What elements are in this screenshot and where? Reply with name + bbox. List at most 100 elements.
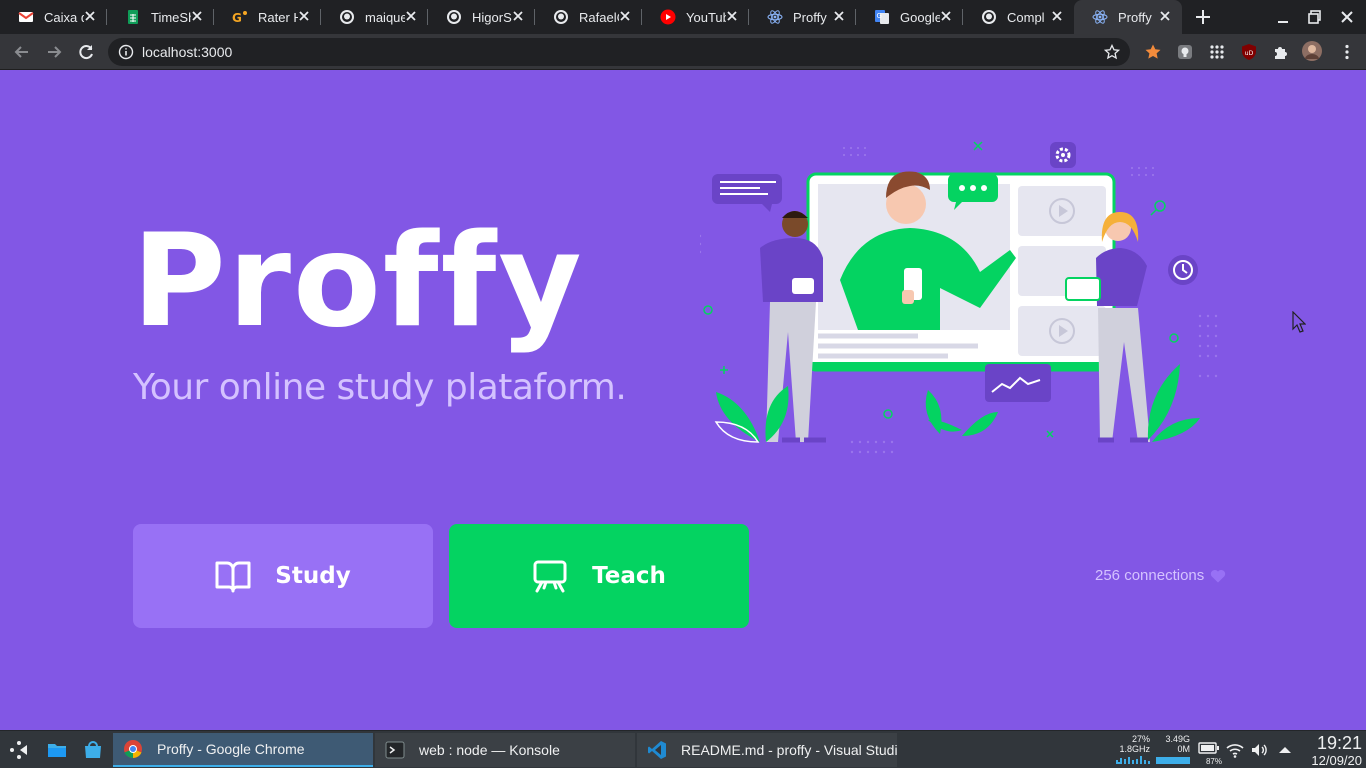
system-clock[interactable]: 19:21 12/09/20 — [1311, 733, 1362, 768]
teach-button[interactable]: Teach — [449, 524, 749, 628]
browser-tab[interactable]: RafaelC — [535, 0, 642, 34]
study-button-label: Study — [275, 563, 351, 589]
youtube-icon — [660, 9, 676, 25]
browser-tab-title: Proffy — [793, 10, 827, 25]
close-tab-icon[interactable] — [297, 9, 311, 23]
browser-tab[interactable]: Caixa de — [0, 0, 107, 34]
bookmark-extension-icon[interactable] — [1144, 43, 1162, 61]
close-tab-icon[interactable] — [190, 9, 204, 23]
proffy-logo: Proffy — [132, 207, 584, 356]
chart-card-decoration — [985, 364, 1051, 402]
browser-tab[interactable]: HigorS — [428, 0, 535, 34]
lightbulb-extension-icon[interactable] — [1176, 43, 1194, 61]
close-tab-icon[interactable] — [1050, 9, 1064, 23]
software-store-icon[interactable] — [82, 739, 104, 761]
teach-button-label: Teach — [592, 563, 666, 589]
clock-time: 19:21 — [1316, 733, 1362, 753]
tray-expand-arrow-icon[interactable] — [1276, 741, 1294, 759]
browser-tab-title: maique — [365, 10, 405, 25]
browser-tab[interactable]: G Rater H — [214, 0, 321, 34]
github-icon — [447, 10, 461, 24]
browser-tab[interactable]: YouTub — [642, 0, 749, 34]
cpu-monitor: 27% 1.8GHz — [1116, 734, 1150, 766]
close-tab-icon[interactable] — [939, 9, 953, 23]
mem-used: 0M — [1177, 744, 1190, 754]
svg-text:G: G — [877, 12, 882, 20]
sheets-icon — [128, 10, 138, 24]
cpu-percent: 27% — [1131, 734, 1150, 744]
url-text[interactable]: localhost:3000 — [142, 44, 232, 60]
close-window-icon[interactable] — [1338, 8, 1356, 26]
chrome-menu-icon[interactable] — [1338, 43, 1356, 61]
app-launcher-icon[interactable] — [8, 739, 30, 761]
plant-decoration — [714, 364, 1200, 443]
clock-icon-decoration — [1168, 255, 1198, 285]
browser-tab-title: Caixa de — [44, 10, 84, 25]
close-tab-icon[interactable] — [511, 9, 525, 23]
file-manager-icon[interactable] — [46, 739, 68, 761]
mem-total: 3.49G — [1165, 734, 1190, 744]
volume-icon[interactable] — [1250, 741, 1268, 759]
browser-tab-title: HigorS — [472, 10, 512, 25]
address-bar[interactable]: localhost:3000 — [108, 38, 1130, 66]
gmail-icon — [18, 12, 34, 22]
close-tab-icon[interactable] — [404, 9, 418, 23]
browser-tab[interactable]: Compl — [963, 0, 1074, 34]
clock-date: 12/09/20 — [1311, 753, 1362, 768]
extensions-puzzle-icon[interactable] — [1272, 43, 1290, 61]
browser-tab[interactable]: TimeSh — [107, 0, 214, 34]
browser-tab[interactable]: maique — [321, 0, 428, 34]
react-icon — [1092, 10, 1108, 24]
reload-icon[interactable] — [76, 42, 96, 62]
tagline: Your online study plataform. — [133, 367, 627, 408]
close-tab-icon[interactable] — [1158, 9, 1172, 23]
presentation-board-icon — [533, 560, 567, 593]
svg-text:G: G — [232, 11, 242, 25]
close-tab-icon[interactable] — [83, 9, 97, 23]
book-open-icon — [215, 561, 251, 593]
browser-tab-title: Google — [900, 10, 940, 25]
google-translate-icon: G — [875, 10, 889, 24]
taskbar-task[interactable]: README.md - proffy - Visual Studi... — [637, 733, 897, 767]
new-tab-icon[interactable] — [1194, 8, 1212, 26]
hero-illustration — [700, 141, 1218, 454]
react-icon — [767, 10, 783, 24]
browser-tab-title: TimeSh — [151, 10, 191, 25]
taskbar-task-label: web : node — Konsole — [419, 742, 560, 758]
back-icon[interactable] — [12, 42, 32, 62]
svg-text:uD: uD — [1245, 50, 1254, 57]
minimize-icon[interactable] — [1274, 8, 1292, 26]
rater-icon: G — [232, 11, 247, 25]
forward-icon[interactable] — [44, 42, 64, 62]
gear-icon-decoration — [1050, 142, 1076, 168]
dot-pattern-decoration — [843, 147, 1154, 176]
browser-tab[interactable]: Proffy — [1074, 0, 1182, 34]
browser-tab[interactable]: Proffy — [749, 0, 856, 34]
browser-tab-title: RafaelC — [579, 10, 619, 25]
browser-tab[interactable]: G Google — [856, 0, 963, 34]
memory-monitor: 3.49G 0M — [1156, 734, 1190, 766]
wifi-icon[interactable] — [1226, 741, 1244, 759]
study-button[interactable]: Study — [133, 524, 433, 628]
profile-avatar-icon[interactable] — [1302, 41, 1322, 61]
bookmark-star-icon[interactable] — [1104, 44, 1120, 60]
github-icon — [554, 10, 568, 24]
taskbar-task[interactable]: web : node — Konsole — [375, 733, 635, 767]
github-icon — [340, 10, 354, 24]
apps-grid-icon[interactable] — [1208, 43, 1226, 61]
connections-counter: 256 connections — [1095, 567, 1226, 584]
close-tab-icon[interactable] — [618, 9, 632, 23]
maximize-icon[interactable] — [1306, 8, 1324, 26]
cpu-freq: 1.8GHz — [1119, 744, 1150, 754]
chrome-icon — [124, 740, 142, 759]
memory-graph-icon — [1156, 757, 1190, 764]
site-info-icon[interactable] — [118, 44, 134, 60]
close-tab-icon[interactable] — [832, 9, 846, 23]
close-tab-icon[interactable] — [725, 9, 739, 23]
taskbar-task[interactable]: Proffy - Google Chrome — [113, 733, 373, 767]
battery-tray[interactable]: 87% — [1198, 741, 1222, 766]
browser-tab-title: YouTub — [686, 10, 726, 25]
browser-tab-title: Rater H — [258, 10, 298, 25]
ublock-origin-icon[interactable]: uD — [1240, 43, 1258, 61]
taskbar-task-label: Proffy - Google Chrome — [157, 741, 305, 757]
